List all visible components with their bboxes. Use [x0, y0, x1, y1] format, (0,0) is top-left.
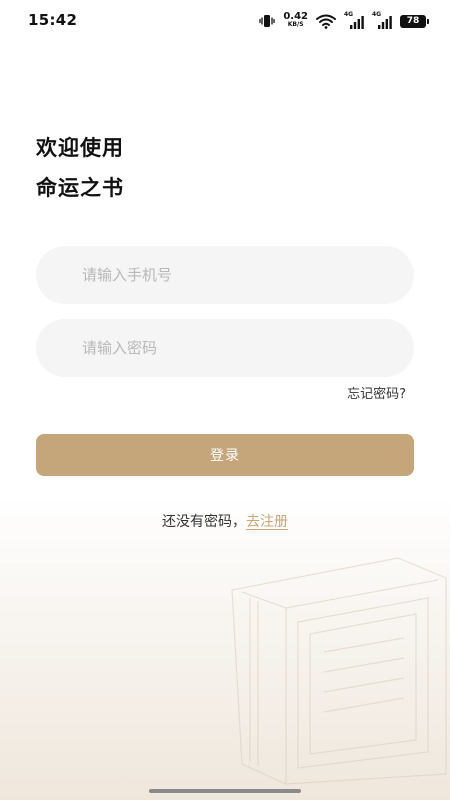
phone-input[interactable] — [82, 246, 382, 304]
battery-level: 78 — [406, 16, 420, 26]
register-row: 还没有密码，去注册 — [0, 511, 450, 531]
wifi-icon — [316, 14, 336, 29]
net-speed: 0.42 KB/S — [283, 11, 308, 29]
register-prompt: 还没有密码， — [162, 514, 246, 530]
net-speed-unit: KB/S — [287, 21, 304, 28]
signal-icon: 4G — [344, 11, 364, 29]
book-illustration — [231, 557, 447, 785]
forgot-password-link[interactable]: 忘记密码? — [347, 383, 406, 402]
status-time: 15:42 — [28, 11, 78, 29]
home-indicator[interactable] — [149, 789, 301, 793]
password-field[interactable] — [36, 319, 414, 377]
welcome-title: 欢迎使用 — [36, 136, 124, 160]
app-name-title: 命运之书 — [36, 176, 124, 200]
battery-icon: 78 — [400, 14, 429, 28]
status-icons: 0.42 KB/S 4G 4G 78 — [259, 11, 429, 30]
phone-field[interactable] — [36, 246, 414, 304]
vibrate-icon — [259, 14, 275, 28]
status-bar: 15:42 0.42 KB/S 4G 4G 78 — [0, 0, 450, 40]
signal-icon-2: 4G — [372, 11, 392, 29]
register-link[interactable]: 去注册 — [246, 514, 288, 530]
net-speed-value: 0.42 — [283, 11, 308, 22]
password-input[interactable] — [82, 319, 382, 377]
login-button[interactable]: 登录 — [36, 434, 414, 476]
